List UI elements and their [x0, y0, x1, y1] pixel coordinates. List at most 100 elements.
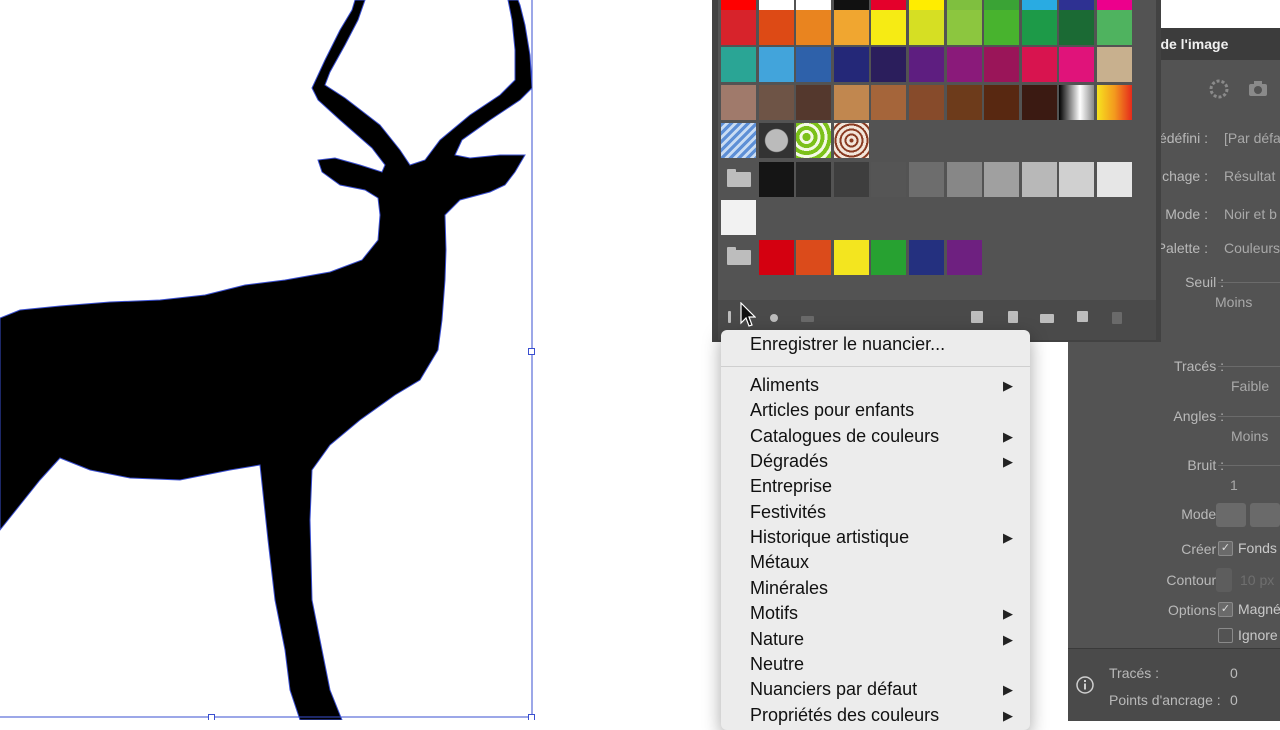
gray-swatch-4[interactable] — [909, 162, 944, 197]
bright-group-folder[interactable] — [721, 240, 756, 275]
palette-value[interactable]: Couleurs — [1224, 240, 1280, 256]
grayscale-group-folder[interactable] — [721, 162, 756, 197]
swatch-row1-0[interactable] — [721, 10, 756, 45]
snap-curves-checkbox[interactable]: ✓ — [1218, 602, 1233, 617]
gray-swatch-6[interactable] — [984, 162, 1019, 197]
swatch-row3-1[interactable] — [759, 85, 794, 120]
menu-item[interactable]: Historique artistique ▶ — [721, 526, 1030, 551]
swatch-row2-7[interactable] — [984, 47, 1019, 82]
swatch-row1-6[interactable] — [947, 10, 982, 45]
menu-item[interactable]: Articles pour enfants — [721, 399, 1030, 424]
menu-item[interactable]: Propriétés des couleurs ▶ — [721, 704, 1030, 729]
swatch-row1-8[interactable] — [1022, 10, 1057, 45]
gray-swatch-1[interactable] — [796, 162, 831, 197]
menu-item[interactable]: Catalogues de couleurs ▶ — [721, 425, 1030, 450]
swatch-row1-2[interactable] — [796, 10, 831, 45]
camera-icon[interactable] — [1248, 80, 1268, 98]
menu-item-save-swatches-label: Enregistrer le nuancier... — [750, 334, 946, 354]
method-overlapping-button[interactable] — [1250, 503, 1280, 527]
pattern-swatch-3[interactable] — [834, 123, 869, 158]
auto-color-icon[interactable] — [1208, 78, 1230, 100]
gray-swatch-3[interactable] — [871, 162, 906, 197]
bright-swatch-0[interactable] — [759, 240, 794, 275]
artboard-canvas[interactable] — [0, 0, 710, 720]
gray-swatch-0[interactable] — [759, 162, 794, 197]
swatch-row1-1[interactable] — [759, 10, 794, 45]
footer-paths-label: Tracés : — [1109, 665, 1160, 681]
swatch-row3-6[interactable] — [947, 85, 982, 120]
swatch-row3-3[interactable] — [834, 85, 869, 120]
swatch-row3-9[interactable] — [1059, 85, 1094, 120]
swatch-row2-8[interactable] — [1022, 47, 1057, 82]
ignore-white-checkbox[interactable] — [1218, 628, 1233, 643]
menu-item[interactable]: Dégradés ▶ — [721, 450, 1030, 475]
gray-swatch-8[interactable] — [1059, 162, 1094, 197]
swatch-row2-9[interactable] — [1059, 47, 1094, 82]
paths-slider[interactable] — [1218, 366, 1280, 367]
pattern-swatch-2[interactable] — [796, 123, 831, 158]
mode-value[interactable]: Noir et b — [1224, 206, 1277, 222]
corners-slider[interactable] — [1218, 416, 1280, 417]
fills-checkbox[interactable]: ✓ — [1218, 541, 1233, 556]
swatch-row3-4[interactable] — [871, 85, 906, 120]
stroke-value[interactable]: 10 px — [1240, 572, 1274, 588]
antelope-silhouette[interactable] — [0, 0, 710, 720]
gray-swatch-5[interactable] — [947, 162, 982, 197]
swatch-row1-10[interactable] — [1097, 10, 1132, 45]
threshold-slider[interactable] — [1218, 282, 1280, 283]
swatch-options-icon[interactable] — [1004, 308, 1022, 326]
menu-item-save-swatches[interactable]: Enregistrer le nuancier... — [721, 333, 1030, 358]
menu-item[interactable]: Motifs ▶ — [721, 602, 1030, 627]
swatch-row2-4[interactable] — [871, 47, 906, 82]
preset-value[interactable]: [Par défa — [1224, 130, 1280, 146]
swatch-row1-4[interactable] — [871, 10, 906, 45]
show-swatch-kinds-icon[interactable] — [968, 308, 986, 326]
open-swatch-kind-icon[interactable] — [764, 308, 782, 326]
swatch-row1-5[interactable] — [909, 10, 944, 45]
swatch-row1-7[interactable] — [984, 10, 1019, 45]
pattern-swatch-0[interactable] — [721, 123, 756, 158]
submenu-arrow-icon: ▶ — [1003, 428, 1013, 444]
gray-swatch-7[interactable] — [1022, 162, 1057, 197]
menu-item[interactable]: Minérales — [721, 577, 1030, 602]
menu-item[interactable]: Aliments ▶ — [721, 374, 1030, 399]
noise-slider[interactable] — [1218, 465, 1280, 466]
menu-item[interactable]: Nature ▶ — [721, 628, 1030, 653]
swatch-row2-0[interactable] — [721, 47, 756, 82]
method-abutting-button[interactable] — [1216, 503, 1246, 527]
swatch-row2-5[interactable] — [909, 47, 944, 82]
swatch-row2-10[interactable] — [1097, 47, 1132, 82]
swatch-row3-7[interactable] — [984, 85, 1019, 120]
swatch-row2-2[interactable] — [796, 47, 831, 82]
gray-swatch-9[interactable] — [1097, 162, 1132, 197]
gray-swatch-extra-0[interactable] — [721, 200, 756, 235]
swatch-row3-10[interactable] — [1097, 85, 1132, 120]
swatch-row3-0[interactable] — [721, 85, 756, 120]
swatch-row3-2[interactable] — [796, 85, 831, 120]
swatch-row3-8[interactable] — [1022, 85, 1057, 120]
swatch-row2-3[interactable] — [834, 47, 869, 82]
swatch-row2-1[interactable] — [759, 47, 794, 82]
view-value[interactable]: Résultat — [1224, 168, 1275, 184]
stroke-stepper[interactable] — [1216, 568, 1232, 592]
delete-swatch-icon[interactable] — [1108, 308, 1126, 326]
gray-swatch-2[interactable] — [834, 162, 869, 197]
menu-item[interactable]: Métaux — [721, 551, 1030, 576]
menu-item[interactable]: Nuanciers par défaut ▶ — [721, 678, 1030, 703]
new-color-group-icon[interactable] — [1038, 308, 1056, 326]
menu-item[interactable]: Neutre — [721, 653, 1030, 678]
new-swatch-icon[interactable] — [1074, 308, 1092, 326]
menu-item[interactable]: Entreprise — [721, 475, 1030, 500]
swatch-row2-6[interactable] — [947, 47, 982, 82]
pattern-swatch-1[interactable] — [759, 123, 794, 158]
bright-swatch-5[interactable] — [947, 240, 982, 275]
bright-swatch-1[interactable] — [796, 240, 831, 275]
swatch-row1-3[interactable] — [834, 10, 869, 45]
bright-swatch-3[interactable] — [871, 240, 906, 275]
swatch-row3-5[interactable] — [909, 85, 944, 120]
menu-item[interactable]: Festivités — [721, 501, 1030, 526]
swatch-row1-9[interactable] — [1059, 10, 1094, 45]
cloud-library-icon[interactable] — [798, 308, 816, 326]
bright-swatch-4[interactable] — [909, 240, 944, 275]
bright-swatch-2[interactable] — [834, 240, 869, 275]
